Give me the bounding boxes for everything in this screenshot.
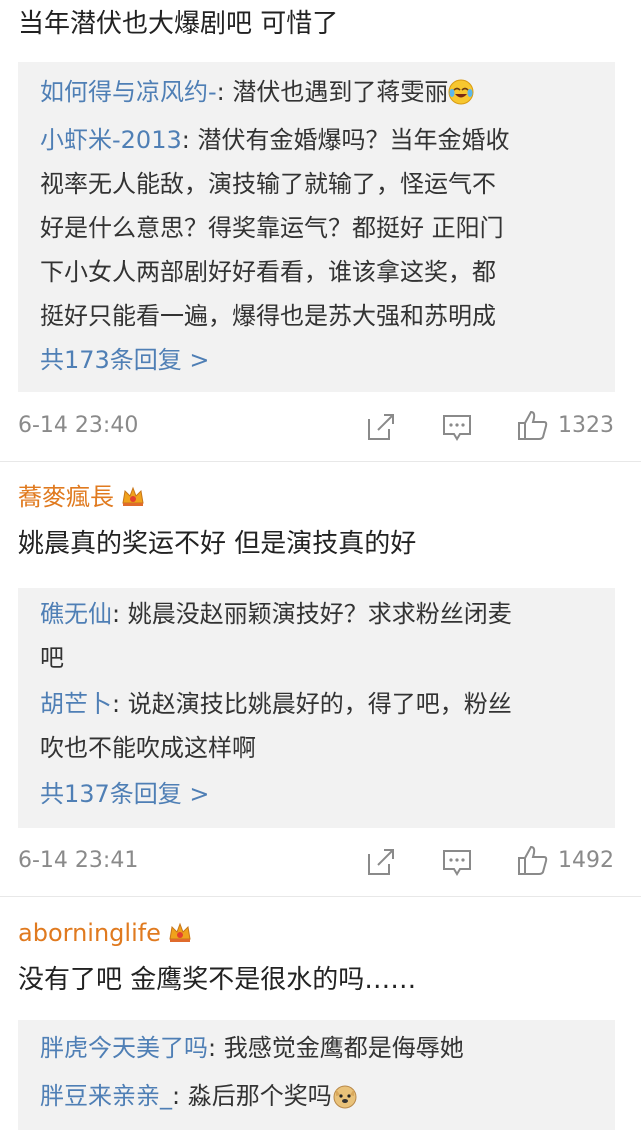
like-icon[interactable]	[516, 408, 550, 442]
username-text[interactable]: 蕎麥瘋長	[18, 483, 114, 511]
comment-username[interactable]: 蕎麥瘋長	[18, 482, 146, 512]
divider	[0, 896, 641, 897]
reply-text-line: 下小女人两部剧好好看看，谁该拿这奖，都	[40, 258, 496, 286]
reply-item[interactable]: 小虾米-2013: 潜伏有金婚爆吗？当年金婚收	[40, 118, 599, 162]
reply-box[interactable]: 胖虎今天美了吗: 我感觉金鹰都是侮辱她 胖豆来亲亲_: 淼后那个奖吗	[18, 1020, 615, 1130]
reply-username[interactable]: 小虾米-2013	[40, 126, 182, 154]
share-icon[interactable]	[364, 845, 398, 879]
reply-text-line: 吧	[40, 644, 64, 672]
doge-emoji	[332, 1079, 358, 1109]
reply-text: : 潜伏也遇到了蒋雯丽	[216, 78, 449, 106]
crown-badge-icon	[120, 483, 146, 509]
reply-text-line: 吹也不能吹成这样啊	[40, 734, 256, 762]
comment-text: 当年潜伏也大爆剧吧 可惜了	[18, 9, 339, 39]
reply-item[interactable]: 胖虎今天美了吗: 我感觉金鹰都是侮辱她	[40, 1026, 599, 1070]
comment-text: 姚晨真的奖运不好 但是演技真的好	[18, 529, 417, 559]
like-icon[interactable]	[516, 843, 550, 877]
reply-username[interactable]: 胖虎今天美了吗	[40, 1034, 208, 1062]
share-icon[interactable]	[364, 410, 398, 444]
comment-text: 没有了吧 金鹰奖不是很水的吗……	[18, 965, 417, 995]
reply-text-line: : 说赵演技比姚晨好的，得了吧，粉丝	[112, 690, 512, 718]
reply-username[interactable]: 胖豆来亲亲_	[40, 1082, 172, 1110]
comment-time: 6-14 23:41	[18, 848, 139, 873]
reply-text: : 淼后那个奖吗	[172, 1082, 332, 1110]
like-count: 1323	[558, 413, 614, 438]
username-text[interactable]: aborninglife	[18, 919, 161, 947]
reply-username[interactable]: 如何得与凉风约-	[40, 78, 217, 106]
reply-item[interactable]: 胖豆来亲亲_: 淼后那个奖吗	[40, 1074, 599, 1118]
more-replies-link[interactable]: 共137条回复 >	[40, 774, 210, 814]
reply-text-line: 好是什么意思？得奖靠运气？都挺好 正阳门	[40, 214, 504, 242]
more-replies-link[interactable]: 共173条回复 >	[40, 340, 210, 380]
reply-text-line: 视率无人能敌，演技输了就输了，怪运气不	[40, 170, 496, 198]
comment-icon[interactable]	[440, 410, 474, 444]
reply-item[interactable]: 胡芒卜: 说赵演技比姚晨好的，得了吧，粉丝	[40, 682, 599, 726]
reply-item[interactable]: 如何得与凉风约-: 潜伏也遇到了蒋雯丽	[40, 70, 599, 114]
reply-text-line: : 潜伏有金婚爆吗？当年金婚收	[181, 126, 510, 154]
reply-text-line: : 姚晨没赵丽颖演技好？求求粉丝闭麦	[112, 600, 512, 628]
comment-icon[interactable]	[440, 845, 474, 879]
reply-text-line: 挺好只能看一遍，爆得也是苏大强和苏明成	[40, 302, 496, 330]
divider	[0, 461, 641, 462]
reply-username[interactable]: 胡芒卜	[40, 690, 112, 718]
reply-box[interactable]: 礁无仙: 姚晨没赵丽颖演技好？求求粉丝闭麦 吧 胡芒卜: 说赵演技比姚晨好的，得…	[18, 588, 615, 828]
reply-text: : 我感觉金鹰都是侮辱她	[208, 1034, 464, 1062]
comment-time: 6-14 23:40	[18, 413, 139, 438]
reply-item[interactable]: 礁无仙: 姚晨没赵丽颖演技好？求求粉丝闭麦	[40, 592, 599, 636]
comment-username[interactable]: aborninglife	[18, 918, 193, 948]
crown-badge-icon	[167, 919, 193, 945]
like-count: 1492	[558, 848, 614, 873]
laugh-cry-emoji	[448, 75, 474, 105]
reply-username[interactable]: 礁无仙	[40, 600, 112, 628]
reply-box[interactable]: 如何得与凉风约-: 潜伏也遇到了蒋雯丽 小虾米-2013: 潜伏有金婚爆吗？当年…	[18, 62, 615, 392]
